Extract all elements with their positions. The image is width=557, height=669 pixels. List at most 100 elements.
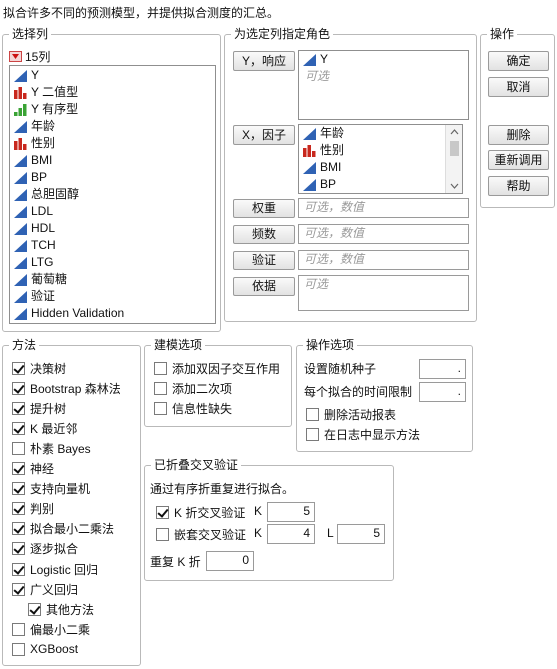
- nested-k-field[interactable]: 4: [267, 524, 315, 544]
- method-item-checkbox[interactable]: [12, 401, 25, 415]
- modeling-option-checkbox[interactable]: [154, 381, 167, 395]
- by-field[interactable]: 可选: [298, 275, 469, 311]
- nested-checkbox[interactable]: [156, 527, 169, 541]
- column-item[interactable]: BMI: [10, 152, 215, 169]
- modeling-option-checkbox[interactable]: [154, 361, 167, 375]
- method-item-label: Bootstrap 森林法: [30, 381, 121, 396]
- method-item-checkbox[interactable]: [12, 441, 25, 455]
- method-item-checkbox-row[interactable]: 神经: [12, 460, 54, 478]
- y-role-list[interactable]: Y 可选: [298, 50, 469, 120]
- x-role-item[interactable]: BP: [299, 176, 462, 193]
- delete-reports-label: 删除活动报表: [324, 407, 397, 422]
- column-item[interactable]: Y: [10, 67, 215, 84]
- column-item[interactable]: BP: [10, 169, 215, 186]
- modeling-option-label: 信息性缺失: [172, 401, 233, 416]
- weight-field[interactable]: 可选，数值: [298, 198, 469, 218]
- y-role-item[interactable]: Y: [299, 51, 468, 68]
- method-item-checkbox-row[interactable]: 决策树: [12, 359, 66, 377]
- method-item-checkbox[interactable]: [12, 482, 25, 496]
- kfold-k-field[interactable]: 5: [267, 502, 315, 522]
- method-item-label: 广义回归: [30, 582, 79, 597]
- remove-button[interactable]: 删除: [488, 125, 549, 145]
- column-item[interactable]: 总胆固醇: [10, 186, 215, 203]
- x-role-item[interactable]: 性别: [299, 142, 462, 159]
- column-item[interactable]: LDL: [10, 203, 215, 220]
- delete-reports-checkbox-row[interactable]: 删除活动报表: [306, 405, 396, 423]
- nominal-icon: [14, 86, 27, 99]
- red-triangle-icon[interactable]: [9, 51, 22, 62]
- modeling-option-checkbox[interactable]: [154, 401, 167, 415]
- column-count-toggle[interactable]: 15列: [9, 48, 50, 65]
- method-item-checkbox-row[interactable]: 偏最小二乘: [12, 620, 90, 638]
- column-item[interactable]: Y 有序型: [10, 101, 215, 118]
- weight-button[interactable]: 权重: [233, 199, 295, 218]
- method-item-checkbox-row[interactable]: 判别: [12, 500, 54, 518]
- log-methods-label: 在日志中显示方法: [324, 427, 421, 442]
- kfold-checkbox-row[interactable]: K 折交叉验证: [156, 503, 245, 521]
- method-item-checkbox-row[interactable]: 逐步拟合: [12, 540, 78, 558]
- help-button[interactable]: 帮助: [488, 176, 549, 196]
- column-item[interactable]: LTG: [10, 254, 215, 271]
- cancel-button[interactable]: 取消: [488, 77, 549, 97]
- column-item[interactable]: 性别: [10, 135, 215, 152]
- column-item[interactable]: TCH: [10, 237, 215, 254]
- validation-field[interactable]: 可选，数值: [298, 250, 469, 270]
- method-item-checkbox[interactable]: [12, 642, 25, 656]
- x-role-item[interactable]: BMI: [299, 159, 462, 176]
- log-methods-checkbox-row[interactable]: 在日志中显示方法: [306, 425, 420, 443]
- delete-reports-checkbox[interactable]: [306, 407, 319, 421]
- method-item-checkbox[interactable]: [12, 542, 25, 556]
- method-item-checkbox-row[interactable]: 其他方法: [28, 600, 94, 618]
- x-factor-button[interactable]: X，因子: [233, 125, 295, 145]
- method-item-checkbox-row[interactable]: 提升树: [12, 399, 66, 417]
- method-item-checkbox[interactable]: [12, 381, 25, 395]
- column-item[interactable]: 验证: [10, 288, 215, 305]
- time-limit-field[interactable]: .: [419, 382, 466, 402]
- nested-checkbox-row[interactable]: 嵌套交叉验证: [156, 525, 246, 543]
- column-item[interactable]: 葡萄糖: [10, 271, 215, 288]
- method-item-checkbox-row[interactable]: 拟合最小二乘法: [12, 520, 114, 538]
- recall-button[interactable]: 重新调用: [488, 150, 549, 170]
- ok-button[interactable]: 确定: [488, 51, 549, 71]
- method-item-checkbox-row[interactable]: Bootstrap 森林法: [12, 379, 121, 397]
- modeling-option-checkbox-row[interactable]: 信息性缺失: [154, 399, 232, 417]
- method-item-checkbox[interactable]: [12, 421, 25, 435]
- method-item-checkbox-row[interactable]: 朴素 Bayes: [12, 439, 91, 457]
- method-item-checkbox-row[interactable]: 支持向量机: [12, 480, 90, 498]
- column-item[interactable]: Y 二值型: [10, 84, 215, 101]
- x-list-scrollbar[interactable]: [445, 125, 462, 193]
- method-item-checkbox[interactable]: [12, 462, 25, 475]
- kfold-checkbox[interactable]: [156, 505, 169, 519]
- modeling-options-panel: 建模选项 添加双因子交互作用 添加二次项 信息性缺失: [144, 338, 292, 427]
- method-item-checkbox-row[interactable]: Logistic 回归: [12, 560, 98, 578]
- column-list[interactable]: Y Y 二值型 Y 有序型年龄 性别 BMI BP 总胆固醇 LDL HDL TCH LTG 葡萄糖验…: [9, 65, 216, 324]
- validation-button[interactable]: 验证: [233, 251, 295, 270]
- by-button[interactable]: 依据: [233, 277, 295, 296]
- x-role-list[interactable]: 年龄 性别 BMI BP: [298, 124, 463, 194]
- method-item-checkbox-row[interactable]: K 最近邻: [12, 419, 77, 437]
- freq-field[interactable]: 可选，数值: [298, 224, 469, 244]
- method-item-checkbox[interactable]: [12, 502, 25, 516]
- column-item[interactable]: HDL: [10, 220, 215, 237]
- modeling-option-checkbox-row[interactable]: 添加二次项: [154, 379, 232, 397]
- method-item-checkbox-row[interactable]: XGBoost: [12, 640, 78, 658]
- seed-field[interactable]: .: [419, 359, 466, 379]
- log-methods-checkbox[interactable]: [306, 427, 319, 441]
- repeat-kfold-field[interactable]: 0: [206, 551, 254, 571]
- x-role-item[interactable]: 年龄: [299, 125, 462, 142]
- method-item-checkbox[interactable]: [12, 361, 25, 375]
- modeling-option-checkbox-row[interactable]: 添加双因子交互作用: [154, 359, 280, 377]
- column-item[interactable]: Hidden Validation: [10, 305, 215, 322]
- column-item-label: Y 有序型: [31, 102, 79, 116]
- continuous-icon: [14, 120, 27, 133]
- method-item-checkbox[interactable]: [12, 562, 25, 576]
- column-item[interactable]: 年龄: [10, 118, 215, 135]
- method-item-checkbox[interactable]: [28, 602, 41, 616]
- freq-button[interactable]: 频数: [233, 225, 295, 244]
- nested-l-field[interactable]: 5: [337, 524, 385, 544]
- method-item-checkbox[interactable]: [12, 582, 25, 596]
- method-item-checkbox[interactable]: [12, 622, 25, 636]
- y-response-button[interactable]: Y，响应: [233, 51, 295, 71]
- method-item-checkbox-row[interactable]: 广义回归: [12, 580, 78, 598]
- method-item-checkbox[interactable]: [12, 522, 25, 536]
